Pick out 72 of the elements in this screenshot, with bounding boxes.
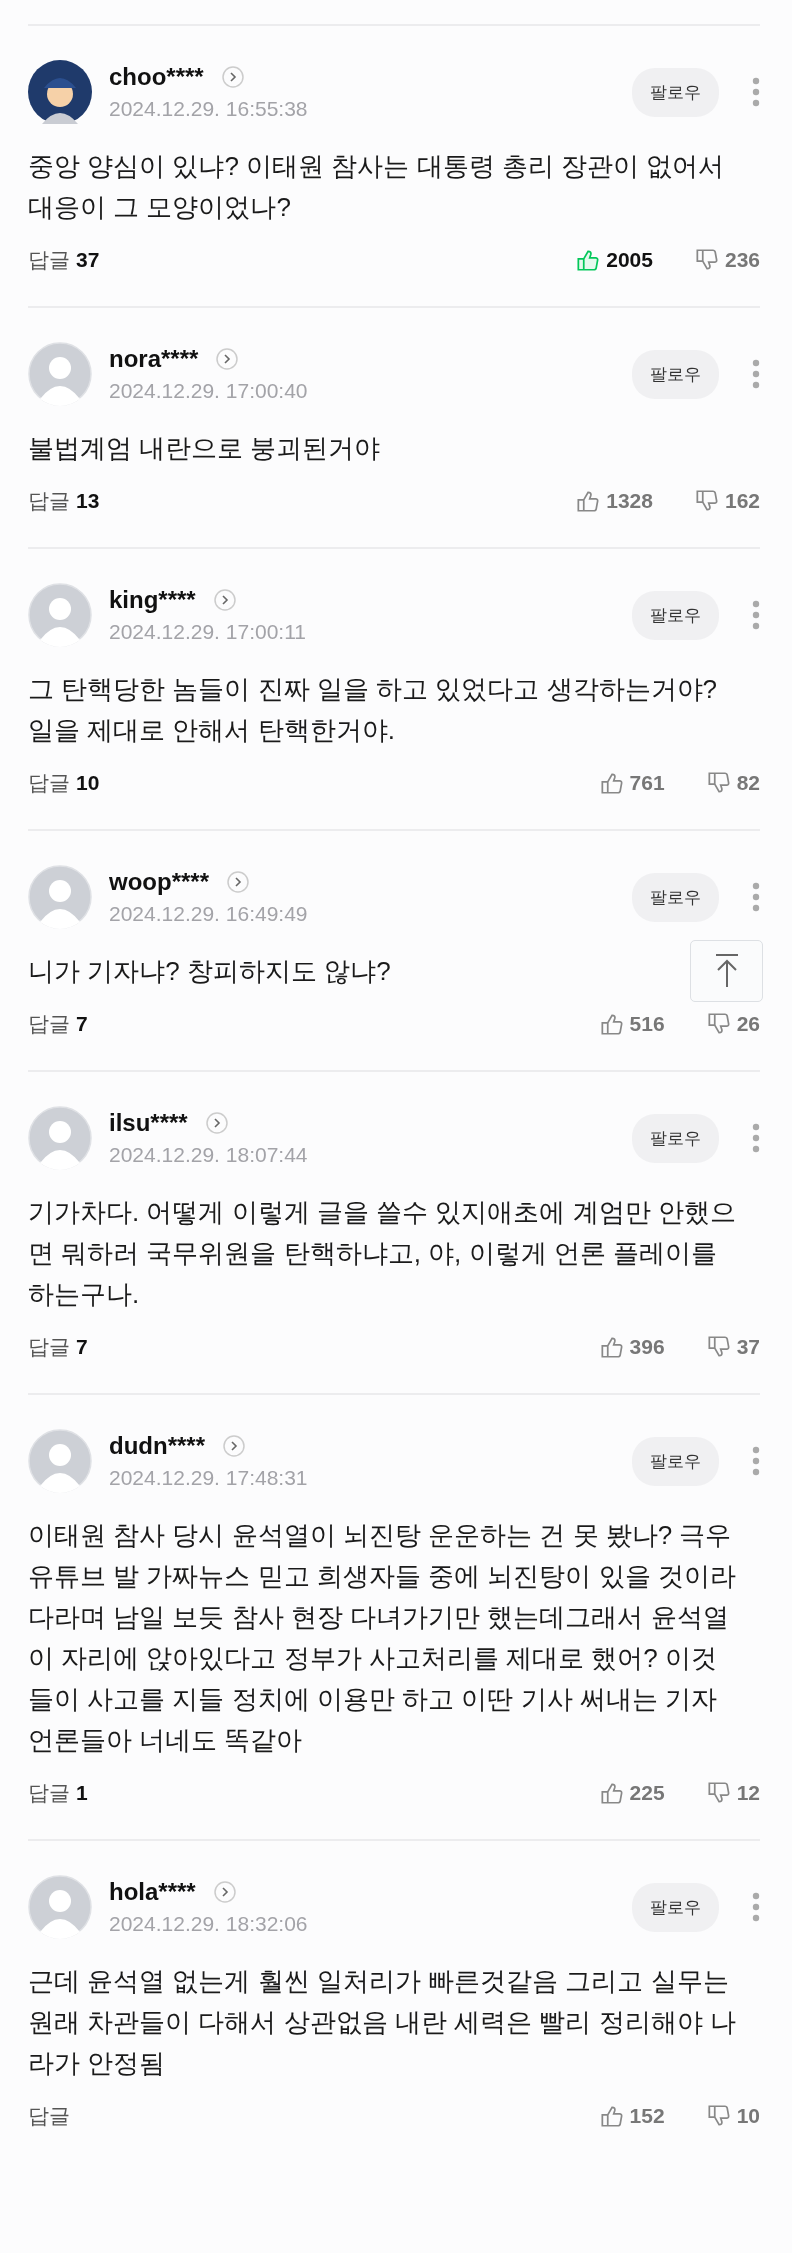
more-options-icon[interactable] bbox=[752, 359, 760, 389]
comment-date: 2024.12.29. 16:49:49 bbox=[109, 902, 309, 926]
chevron-right-icon[interactable] bbox=[213, 589, 236, 611]
comment-text: 불법계엄 내란으로 붕괴된거야 bbox=[28, 432, 381, 465]
arrow-up-icon bbox=[713, 953, 740, 989]
follow-button[interactable]: 팔로우 bbox=[632, 67, 719, 117]
follow-button[interactable]: 팔로우 bbox=[632, 1113, 719, 1163]
like-count: 761 bbox=[629, 771, 665, 795]
like-count: 516 bbox=[629, 1012, 665, 1036]
comment-date: 2024.12.29. 17:00:11 bbox=[109, 620, 307, 644]
avatar-icon bbox=[28, 60, 92, 124]
avatar-icon bbox=[28, 583, 92, 647]
more-options-icon[interactable] bbox=[752, 77, 760, 107]
comment-text: 니가 기자냐? 창피하지도 않냐? bbox=[28, 955, 391, 988]
follow-button[interactable]: 팔로우 bbox=[632, 349, 719, 399]
username[interactable]: dudn**** bbox=[109, 1432, 205, 1460]
dislike-count: 12 bbox=[736, 1781, 760, 1805]
avatar-icon bbox=[28, 342, 92, 406]
chevron-right-icon[interactable] bbox=[223, 1435, 245, 1457]
dislike-count: 26 bbox=[736, 1012, 760, 1036]
dislike-count: 236 bbox=[724, 248, 760, 272]
comment-date: 2024.12.29. 17:48:31 bbox=[109, 1466, 309, 1490]
avatar-icon bbox=[28, 1106, 92, 1170]
avatar-icon bbox=[28, 1875, 92, 1939]
comment-date: 2024.12.29. 16:55:38 bbox=[109, 97, 309, 121]
like-count: 396 bbox=[629, 1335, 665, 1359]
chevron-right-icon[interactable] bbox=[205, 1112, 228, 1134]
dislike-count: 10 bbox=[736, 2104, 760, 2128]
reply-link[interactable]: 답글 7 bbox=[28, 1010, 88, 1038]
dislike-count: 162 bbox=[724, 489, 760, 513]
username[interactable]: choo**** bbox=[109, 63, 204, 91]
more-options-icon[interactable] bbox=[752, 1446, 760, 1476]
dislike-count: 37 bbox=[736, 1335, 760, 1359]
scroll-to-top-button[interactable] bbox=[690, 940, 763, 1002]
avatar-icon bbox=[28, 865, 92, 929]
follow-button[interactable]: 팔로우 bbox=[632, 590, 719, 640]
username[interactable]: hola**** bbox=[109, 1878, 196, 1906]
like-count: 152 bbox=[629, 2104, 665, 2128]
reply-link[interactable]: 답글 7 bbox=[28, 1333, 88, 1361]
comment-text: 그 탄핵당한 놈들이 진짜 일을 하고 있었다고 생각하는거야? 일을 제대로 안해서 탄핵한거야. bbox=[28, 673, 719, 747]
more-options-icon[interactable] bbox=[752, 1123, 760, 1153]
like-count: 1328 bbox=[606, 489, 653, 513]
like-count: 2005 bbox=[606, 248, 653, 272]
comment-text: 근데 윤석열 없는게 훨씬 일처리가 빠른것같음 그리고 실무는 원래 차관들이 다해서 상관없음 내란 세력은 빨리 정리해야 나라가 안정됨 bbox=[28, 1965, 737, 2080]
username[interactable]: woop**** bbox=[109, 868, 209, 896]
like-count: 225 bbox=[629, 1781, 665, 1805]
comment-date: 2024.12.29. 17:00:40 bbox=[109, 379, 309, 403]
comment-text: 이태원 참사 당시 윤석열이 뇌진탕 운운하는 건 못 봤나? 극우 유튜브 발 가짜뉴스 믿고 희생자들 중에 뇌진탕이 있을 것이라다라며 남일 보듯 참사 현장 다녀가기만 했는데그래서 윤석열이 자리에 앉아있다고 정부가 사고처리를 제대로 했어? 이것들이 사고를 지들 정치에 이용만 하고 이딴 기사 써내는 기자 언론들아 너네도 똑같아 bbox=[28, 1519, 737, 1757]
chevron-right-icon[interactable] bbox=[216, 348, 239, 370]
reply-link[interactable]: 답글 37 bbox=[28, 246, 100, 274]
follow-button[interactable]: 팔로우 bbox=[632, 1436, 719, 1486]
more-options-icon[interactable] bbox=[752, 882, 760, 912]
reply-link[interactable]: 답글 13 bbox=[28, 487, 100, 515]
chevron-right-icon[interactable] bbox=[227, 871, 249, 893]
reply-link[interactable]: 답글 bbox=[28, 2102, 70, 2130]
reply-link[interactable]: 답글 10 bbox=[28, 769, 100, 797]
reply-link[interactable]: 답글 1 bbox=[28, 1779, 88, 1807]
more-options-icon[interactable] bbox=[752, 1892, 760, 1922]
comment-date: 2024.12.29. 18:07:44 bbox=[109, 1143, 309, 1167]
chevron-right-icon[interactable] bbox=[213, 1881, 236, 1903]
comment-text: 기가차다. 어떻게 이렇게 글을 쓸수 있지애초에 계엄만 안했으면 뭐하러 국무위원을 탄핵하냐고, 야, 이렇게 언론 플레이를 하는구나. bbox=[28, 1196, 737, 1311]
more-options-icon[interactable] bbox=[752, 600, 760, 630]
comment-date: 2024.12.29. 18:32:06 bbox=[109, 1912, 309, 1936]
follow-button[interactable]: 팔로우 bbox=[632, 1882, 719, 1932]
username[interactable]: ilsu**** bbox=[109, 1109, 188, 1137]
avatar-icon bbox=[28, 1429, 92, 1493]
follow-button[interactable]: 팔로우 bbox=[632, 872, 719, 922]
username[interactable]: nora**** bbox=[109, 345, 199, 373]
username[interactable]: king**** bbox=[109, 586, 196, 614]
dislike-count: 82 bbox=[736, 771, 760, 795]
comment-text: 중앙 양심이 있냐? 이태원 참사는 대통령 총리 장관이 없어서 대응이 그 모양이었나? bbox=[28, 150, 726, 224]
chevron-right-icon[interactable] bbox=[221, 66, 244, 88]
